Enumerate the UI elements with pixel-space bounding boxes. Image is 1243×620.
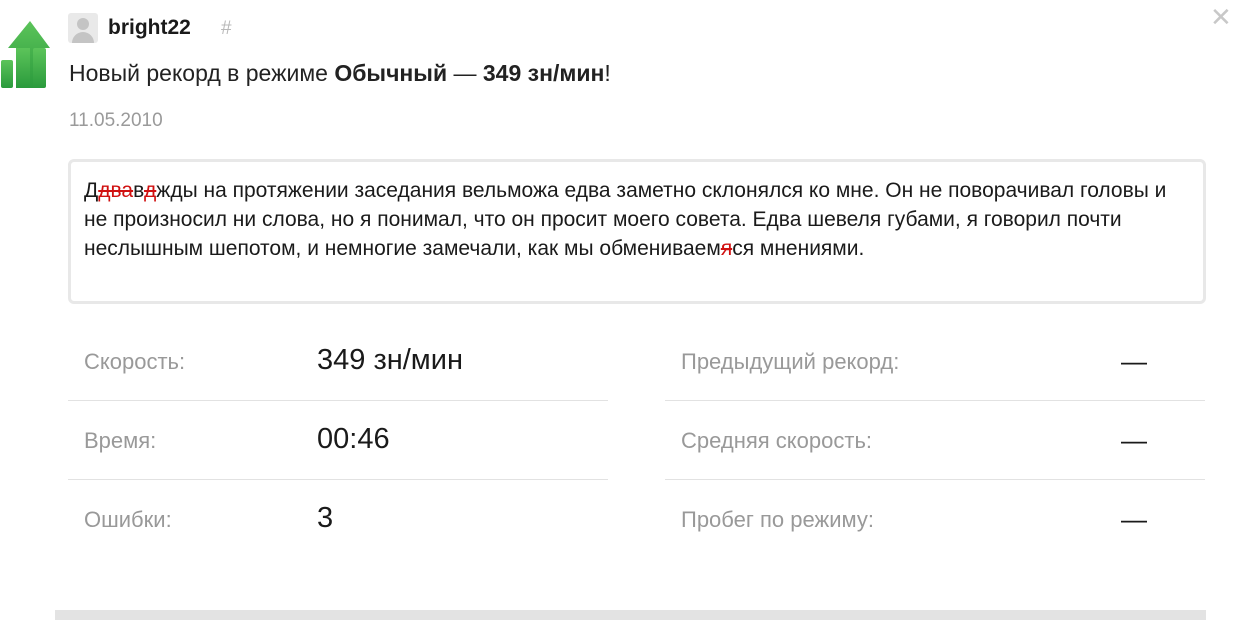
stat-label: Предыдущий рекорд: (681, 349, 900, 374)
headline-mode: Обычный (334, 60, 448, 86)
stat-value: — (1121, 425, 1147, 455)
text-error: д (144, 179, 157, 202)
stat-row-average-speed: Средняя скорость: — (665, 401, 1205, 480)
stat-label: Пробег по режиму: (681, 507, 874, 532)
username-link[interactable]: bright22 (108, 16, 191, 40)
text-error: два (98, 179, 134, 202)
stats-current: Скорость: 349 зн/мин Время: 00:46 Ошибки… (68, 322, 608, 558)
stat-label: Ошибки: (84, 507, 172, 532)
headline-suffix: ! (604, 60, 611, 86)
stat-row-mode-mileage: Пробег по режиму: — (665, 480, 1205, 558)
text-error: я (720, 237, 733, 260)
avatar[interactable] (68, 13, 98, 43)
stat-row-time: Время: 00:46 (68, 401, 608, 480)
record-headline: Новый рекорд в режиме Обычный — 349 зн/м… (69, 60, 611, 87)
text-segment: жды на протяжении заседания вельможа едв… (84, 179, 1167, 260)
record-date: 11.05.2010 (69, 110, 163, 131)
stat-value: 349 зн/мин (317, 344, 463, 376)
close-icon[interactable]: ✕ (1210, 4, 1232, 30)
record-up-arrow-icon (1, 21, 50, 88)
avatar-body (72, 32, 94, 43)
stat-value: 00:46 (317, 423, 390, 455)
stat-row-speed: Скорость: 349 зн/мин (68, 322, 608, 401)
headline-prefix: Новый рекорд в режиме (69, 60, 335, 86)
stat-value: — (1121, 504, 1147, 534)
typed-text-box: Ддвавджды на протяжении заседания вельмо… (68, 159, 1206, 304)
permalink-hash[interactable]: # (221, 18, 232, 40)
stat-value: — (1121, 346, 1147, 376)
avatar-head (77, 18, 89, 30)
stat-label: Средняя скорость: (681, 428, 873, 453)
stat-row-errors: Ошибки: 3 (68, 480, 608, 558)
headline-dash: — (447, 60, 483, 86)
text-segment: в (133, 179, 145, 202)
stat-row-previous-record: Предыдущий рекорд: — (665, 322, 1205, 401)
text-segment: Д (84, 179, 99, 202)
footer-divider (55, 610, 1206, 620)
stat-label: Скорость: (84, 349, 186, 374)
stat-label: Время: (84, 428, 157, 453)
stat-value: 3 (317, 502, 334, 534)
text-segment: ся мнениями. (732, 237, 865, 260)
stats-history: Предыдущий рекорд: — Средняя скорость: —… (665, 322, 1205, 558)
headline-speed: 349 зн/мин (482, 60, 605, 86)
